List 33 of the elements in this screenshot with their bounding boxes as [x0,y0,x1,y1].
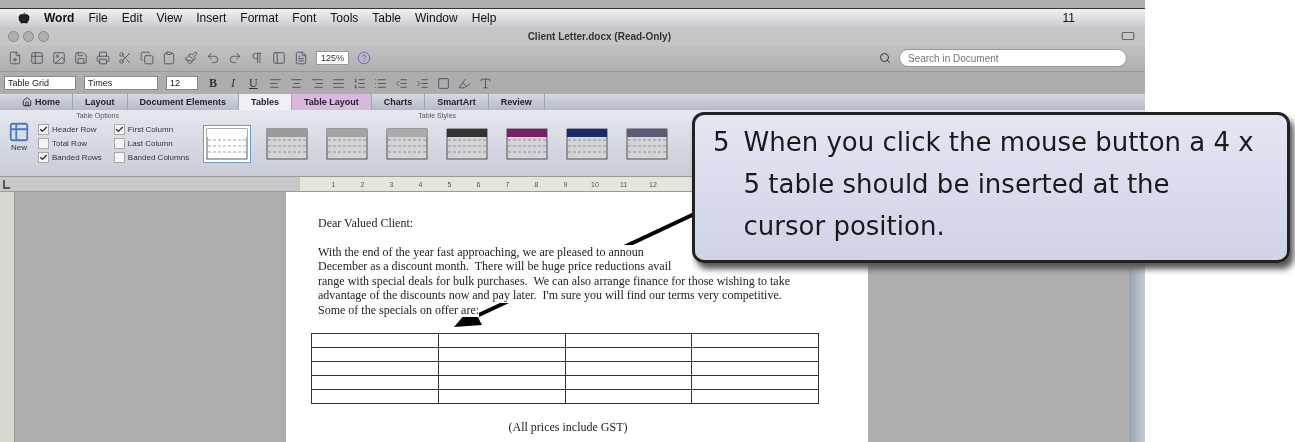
option-label[interactable]: Last Column [113,136,190,150]
size-field[interactable]: 12 [166,76,198,90]
ribbon-tab[interactable]: Tables [239,94,292,110]
format-button[interactable]: I [228,75,238,91]
option-label[interactable]: Banded Rows [38,150,102,164]
menu-item[interactable]: Table [372,11,402,25]
menu-item[interactable]: Insert [196,11,227,25]
zoom-field[interactable]: 125% [316,51,350,65]
menu-item[interactable]: View [156,11,183,25]
style-field[interactable]: Table Grid [4,76,76,90]
menu-item[interactable]: Window [415,11,458,25]
step-number: 5 [713,126,730,159]
menu-item[interactable]: Tools [330,11,359,25]
option-label[interactable]: Header Row [38,122,102,136]
menu-item[interactable]: Word [44,11,75,25]
option-label[interactable]: Banded Columns [113,150,190,164]
menu-item[interactable]: File [88,11,108,25]
option-label[interactable]: Total Row [38,136,102,150]
format-button[interactable]: U [246,75,261,91]
new-table-button[interactable]: New [6,119,32,154]
menu-item[interactable]: Font [292,11,317,25]
ribbon-tab[interactable]: Table Layout [291,94,372,110]
status-text: 11 [1062,11,1075,25]
search-field[interactable]: Search in Document [899,49,1127,67]
menu-item[interactable]: Help [471,11,497,25]
caption-text: (All prices include GST) [507,420,629,435]
menu-item[interactable]: Edit [121,11,143,25]
option-label[interactable]: First Column [113,122,190,136]
callout-text: When you click the mouse button a 4 x 5 table should be inserted at the cursor position. [743,126,1255,243]
format-button[interactable]: B [206,75,220,91]
font-field[interactable]: Times [84,76,158,90]
menu-item[interactable]: Format [240,11,279,25]
window-title: Client Letter.docx (Read-Only) [526,30,672,42]
